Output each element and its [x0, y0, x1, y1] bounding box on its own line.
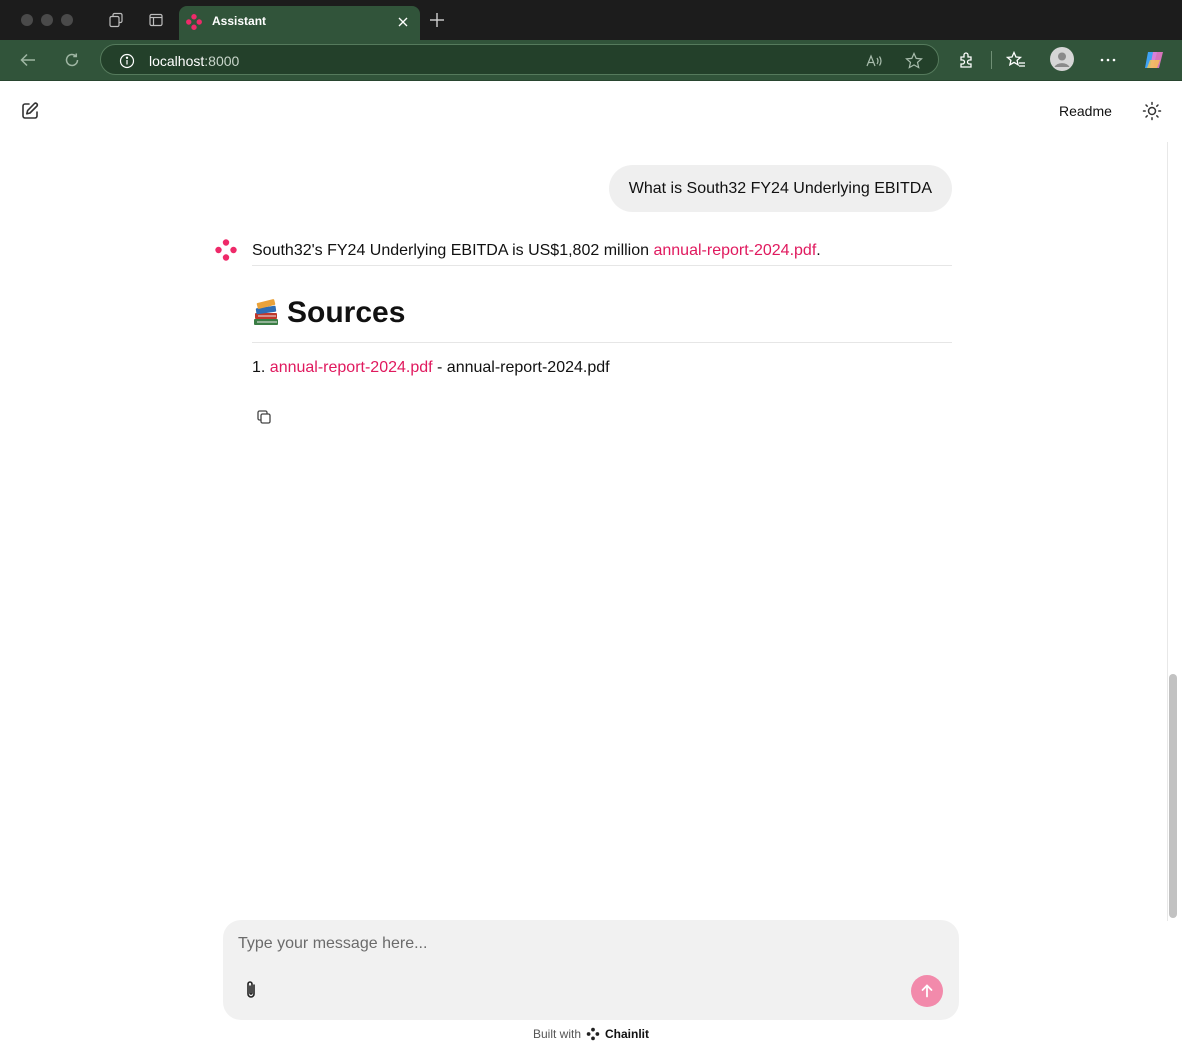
answer-text: South32's FY24 Underlying EBITDA is US$1…: [252, 242, 654, 259]
scrollbar-track[interactable]: [1167, 142, 1168, 921]
message-input[interactable]: [238, 932, 938, 956]
chat-page: Readme What is South32 FY24 Underlying E…: [0, 81, 1182, 1060]
divider: [252, 265, 952, 266]
source-link[interactable]: annual-report-2024.pdf: [270, 359, 433, 376]
chainlit-brand: Chainlit: [605, 1027, 650, 1041]
user-message-bubble: What is South32 FY24 Underlying EBITDA: [608, 165, 952, 212]
url-text[interactable]: localhost:8000: [149, 53, 239, 69]
new-chat-edit-icon[interactable]: [18, 99, 42, 123]
new-tab-icon[interactable]: [427, 10, 447, 30]
extensions-icon[interactable]: [956, 49, 978, 71]
address-bar[interactable]: localhost:8000: [100, 44, 939, 75]
url-host: localhost: [149, 53, 205, 69]
divider: [252, 342, 952, 343]
message-composer: [223, 920, 959, 1020]
url-port: :8000: [204, 53, 240, 69]
send-button[interactable]: [911, 975, 943, 1007]
profile-avatar-icon[interactable]: [1050, 47, 1074, 71]
tab-title: Assistant: [212, 14, 267, 28]
tab-actions-icon[interactable]: [146, 10, 166, 30]
source-list-item: 1. annual-report-2024.pdf - annual-repor…: [252, 358, 610, 378]
source-description: - annual-report-2024.pdf: [432, 359, 610, 376]
window-minimize-dot[interactable]: [41, 14, 53, 26]
scrollbar-thumb[interactable]: [1169, 674, 1177, 918]
sources-heading: Sources: [252, 296, 405, 330]
favorites-icon[interactable]: [1005, 49, 1027, 71]
window-zoom-dot[interactable]: [61, 14, 73, 26]
window-close-dot[interactable]: [21, 14, 33, 26]
refresh-icon[interactable]: [60, 49, 84, 71]
arrow-up-icon: [921, 984, 933, 998]
site-info-icon[interactable]: [117, 51, 137, 71]
answer-source-link[interactable]: annual-report-2024.pdf: [653, 242, 816, 259]
paperclip-icon: [247, 981, 255, 998]
answer-suffix: .: [816, 242, 821, 259]
workspaces-icon[interactable]: [106, 10, 126, 30]
books-icon: [254, 299, 278, 325]
read-aloud-icon[interactable]: [864, 51, 884, 71]
chainlit-logo-icon: [586, 1027, 600, 1041]
close-tab-icon[interactable]: [394, 13, 412, 31]
copilot-icon[interactable]: [1143, 49, 1165, 71]
sources-heading-text: Sources: [287, 296, 406, 329]
browser-title-bar: Assistant: [0, 0, 1182, 40]
browser-toolbar: localhost:8000: [0, 40, 1182, 81]
readme-button[interactable]: Readme: [1044, 95, 1127, 127]
theme-toggle-sun-icon[interactable]: [1140, 99, 1164, 123]
assistant-answer: South32's FY24 Underlying EBITDA is US$1…: [252, 241, 952, 261]
copy-icon: [257, 410, 271, 424]
built-with-footer[interactable]: Built with Chainlit: [0, 1027, 1182, 1041]
more-options-icon[interactable]: [1097, 49, 1119, 71]
toolbar-separator: [991, 51, 992, 69]
tab-assistant[interactable]: Assistant: [179, 6, 420, 40]
copy-message-button[interactable]: [252, 405, 276, 429]
assistant-avatar-icon: [215, 239, 237, 261]
built-with-label: Built with: [532, 1027, 582, 1041]
source-number: 1.: [252, 359, 266, 376]
attach-file-button[interactable]: [240, 978, 262, 1002]
back-icon[interactable]: [16, 49, 40, 71]
favorite-star-icon[interactable]: [904, 51, 924, 71]
chainlit-favicon-icon: [186, 14, 202, 30]
